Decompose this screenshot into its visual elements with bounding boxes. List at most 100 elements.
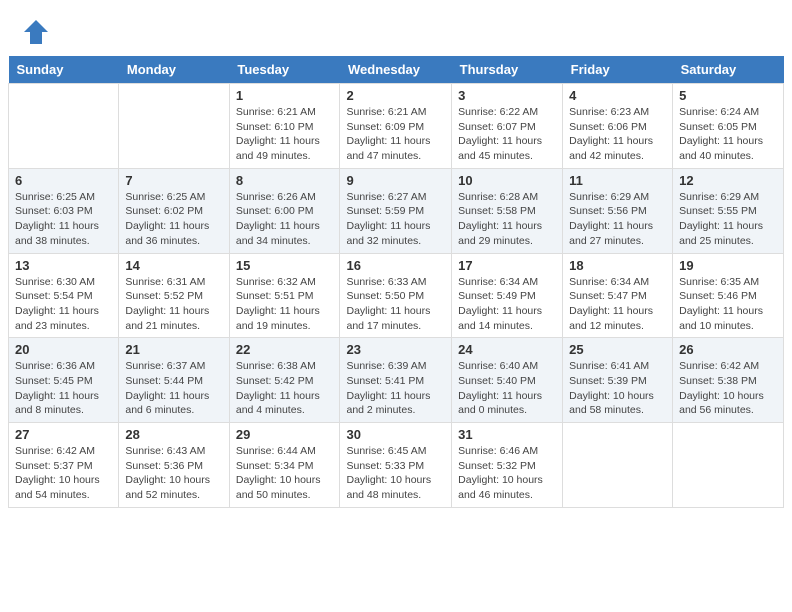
- calendar-table: SundayMondayTuesdayWednesdayThursdayFrid…: [8, 56, 784, 508]
- calendar-cell: 4 Sunrise: 6:23 AMSunset: 6:06 PMDaylight…: [563, 84, 673, 169]
- cell-info: Sunrise: 6:44 AMSunset: 5:34 PMDaylight:…: [236, 444, 334, 503]
- cell-info: Sunrise: 6:29 AMSunset: 5:56 PMDaylight:…: [569, 190, 666, 249]
- cell-info: Sunrise: 6:40 AMSunset: 5:40 PMDaylight:…: [458, 359, 556, 418]
- weekday-header-thursday: Thursday: [452, 56, 563, 84]
- cell-date: 28: [125, 427, 222, 442]
- cell-info: Sunrise: 6:45 AMSunset: 5:33 PMDaylight:…: [346, 444, 445, 503]
- weekday-header-wednesday: Wednesday: [340, 56, 452, 84]
- calendar-week-row: 13Sunrise: 6:30 AMSunset: 5:54 PMDayligh…: [9, 253, 784, 338]
- cell-date: 25: [569, 342, 666, 357]
- weekday-header-monday: Monday: [119, 56, 229, 84]
- cell-info: Sunrise: 6:37 AMSunset: 5:44 PMDaylight:…: [125, 359, 222, 418]
- calendar-cell: 1 Sunrise: 6:21 AMSunset: 6:10 PMDaylight…: [229, 84, 340, 169]
- cell-info: Sunrise: 6:39 AMSunset: 5:41 PMDaylight:…: [346, 359, 445, 418]
- cell-date: 22: [236, 342, 334, 357]
- cell-info: Sunrise: 6:36 AMSunset: 5:45 PMDaylight:…: [15, 359, 112, 418]
- calendar-cell: 22 Sunrise: 6:38 AMSunset: 5:42 PMDayligh…: [229, 338, 340, 423]
- calendar-cell: 25 Sunrise: 6:41 AMSunset: 5:39 PMDayligh…: [563, 338, 673, 423]
- cell-info: Sunrise: 6:25 AMSunset: 6:02 PMDaylight:…: [125, 190, 222, 249]
- calendar-cell: 23 Sunrise: 6:39 AMSunset: 5:41 PMDayligh…: [340, 338, 452, 423]
- cell-date: 10: [458, 173, 556, 188]
- cell-date: 24: [458, 342, 556, 357]
- cell-info: Sunrise: 6:25 AMSunset: 6:03 PMDaylight:…: [15, 190, 112, 249]
- cell-date: 4: [569, 88, 666, 103]
- calendar-cell: [673, 423, 784, 508]
- weekday-header-tuesday: Tuesday: [229, 56, 340, 84]
- cell-info: Sunrise: 6:28 AMSunset: 5:58 PMDaylight:…: [458, 190, 556, 249]
- cell-info: Sunrise: 6:29 AMSunset: 5:55 PMDaylight:…: [679, 190, 777, 249]
- cell-date: 20: [15, 342, 112, 357]
- weekday-header-row: SundayMondayTuesdayWednesdayThursdayFrid…: [9, 56, 784, 84]
- calendar-cell: 21 Sunrise: 6:37 AMSunset: 5:44 PMDayligh…: [119, 338, 229, 423]
- calendar-week-row: 27 Sunrise: 6:42 AMSunset: 5:37 PMDayligh…: [9, 423, 784, 508]
- cell-date: 1: [236, 88, 334, 103]
- cell-date: 14: [125, 258, 222, 273]
- cell-date: 3: [458, 88, 556, 103]
- cell-date: 11: [569, 173, 666, 188]
- calendar-cell: 9 Sunrise: 6:27 AMSunset: 5:59 PMDaylight…: [340, 168, 452, 253]
- calendar-cell: [563, 423, 673, 508]
- calendar-cell: 24 Sunrise: 6:40 AMSunset: 5:40 PMDayligh…: [452, 338, 563, 423]
- calendar-cell: 26 Sunrise: 6:42 AMSunset: 5:38 PMDayligh…: [673, 338, 784, 423]
- cell-date: 26: [679, 342, 777, 357]
- calendar-cell: 14 Sunrise: 6:31 AMSunset: 5:52 PMDayligh…: [119, 253, 229, 338]
- cell-date: 18: [569, 258, 666, 273]
- cell-date: 16: [346, 258, 445, 273]
- cell-info: Sunrise: 6:38 AMSunset: 5:42 PMDaylight:…: [236, 359, 334, 418]
- calendar-cell: 28 Sunrise: 6:43 AMSunset: 5:36 PMDayligh…: [119, 423, 229, 508]
- calendar-cell: 2 Sunrise: 6:21 AMSunset: 6:09 PMDaylight…: [340, 84, 452, 169]
- cell-info: Sunrise: 6:21 AMSunset: 6:10 PMDaylight:…: [236, 105, 334, 164]
- calendar-cell: 19Sunrise: 6:35 AMSunset: 5:46 PMDayligh…: [673, 253, 784, 338]
- cell-date: 23: [346, 342, 445, 357]
- calendar-cell: [9, 84, 119, 169]
- cell-date: 9: [346, 173, 445, 188]
- cell-info: Sunrise: 6:32 AMSunset: 5:51 PMDaylight:…: [236, 275, 334, 334]
- calendar-cell: 10 Sunrise: 6:28 AMSunset: 5:58 PMDayligh…: [452, 168, 563, 253]
- cell-info: Sunrise: 6:42 AMSunset: 5:37 PMDaylight:…: [15, 444, 112, 503]
- cell-date: 2: [346, 88, 445, 103]
- calendar-cell: 30 Sunrise: 6:45 AMSunset: 5:33 PMDayligh…: [340, 423, 452, 508]
- page-header: [0, 0, 792, 56]
- cell-info: Sunrise: 6:27 AMSunset: 5:59 PMDaylight:…: [346, 190, 445, 249]
- calendar-cell: 15Sunrise: 6:32 AMSunset: 5:51 PMDayligh…: [229, 253, 340, 338]
- cell-date: 12: [679, 173, 777, 188]
- calendar-cell: 8 Sunrise: 6:26 AMSunset: 6:00 PMDaylight…: [229, 168, 340, 253]
- cell-info: Sunrise: 6:23 AMSunset: 6:06 PMDaylight:…: [569, 105, 666, 164]
- cell-date: 17: [458, 258, 556, 273]
- cell-info: Sunrise: 6:30 AMSunset: 5:54 PMDaylight:…: [15, 275, 112, 334]
- cell-info: Sunrise: 6:34 AMSunset: 5:49 PMDaylight:…: [458, 275, 556, 334]
- cell-info: Sunrise: 6:33 AMSunset: 5:50 PMDaylight:…: [346, 275, 445, 334]
- cell-info: Sunrise: 6:31 AMSunset: 5:52 PMDaylight:…: [125, 275, 222, 334]
- cell-date: 21: [125, 342, 222, 357]
- cell-info: Sunrise: 6:21 AMSunset: 6:09 PMDaylight:…: [346, 105, 445, 164]
- calendar-cell: [119, 84, 229, 169]
- cell-date: 8: [236, 173, 334, 188]
- cell-info: Sunrise: 6:46 AMSunset: 5:32 PMDaylight:…: [458, 444, 556, 503]
- calendar-cell: 18Sunrise: 6:34 AMSunset: 5:47 PMDayligh…: [563, 253, 673, 338]
- cell-date: 31: [458, 427, 556, 442]
- cell-info: Sunrise: 6:24 AMSunset: 6:05 PMDaylight:…: [679, 105, 777, 164]
- cell-date: 30: [346, 427, 445, 442]
- cell-date: 7: [125, 173, 222, 188]
- logo: [20, 16, 56, 48]
- calendar-cell: 17 Sunrise: 6:34 AMSunset: 5:49 PMDayligh…: [452, 253, 563, 338]
- calendar-cell: 27 Sunrise: 6:42 AMSunset: 5:37 PMDayligh…: [9, 423, 119, 508]
- logo-icon: [20, 16, 52, 48]
- calendar-week-row: 20 Sunrise: 6:36 AMSunset: 5:45 PMDayligh…: [9, 338, 784, 423]
- calendar-body: 1 Sunrise: 6:21 AMSunset: 6:10 PMDaylight…: [9, 84, 784, 508]
- calendar-week-row: 1 Sunrise: 6:21 AMSunset: 6:10 PMDaylight…: [9, 84, 784, 169]
- cell-info: Sunrise: 6:26 AMSunset: 6:00 PMDaylight:…: [236, 190, 334, 249]
- cell-info: Sunrise: 6:42 AMSunset: 5:38 PMDaylight:…: [679, 359, 777, 418]
- calendar-cell: 11 Sunrise: 6:29 AMSunset: 5:56 PMDayligh…: [563, 168, 673, 253]
- cell-info: Sunrise: 6:41 AMSunset: 5:39 PMDaylight:…: [569, 359, 666, 418]
- calendar-cell: 5Sunrise: 6:24 AMSunset: 6:05 PMDaylight…: [673, 84, 784, 169]
- calendar-cell: 6Sunrise: 6:25 AMSunset: 6:03 PMDaylight…: [9, 168, 119, 253]
- weekday-header-friday: Friday: [563, 56, 673, 84]
- cell-info: Sunrise: 6:43 AMSunset: 5:36 PMDaylight:…: [125, 444, 222, 503]
- calendar-cell: 29 Sunrise: 6:44 AMSunset: 5:34 PMDayligh…: [229, 423, 340, 508]
- cell-date: 27: [15, 427, 112, 442]
- calendar-cell: 16 Sunrise: 6:33 AMSunset: 5:50 PMDayligh…: [340, 253, 452, 338]
- cell-date: 29: [236, 427, 334, 442]
- calendar-cell: 3 Sunrise: 6:22 AMSunset: 6:07 PMDaylight…: [452, 84, 563, 169]
- cell-info: Sunrise: 6:22 AMSunset: 6:07 PMDaylight:…: [458, 105, 556, 164]
